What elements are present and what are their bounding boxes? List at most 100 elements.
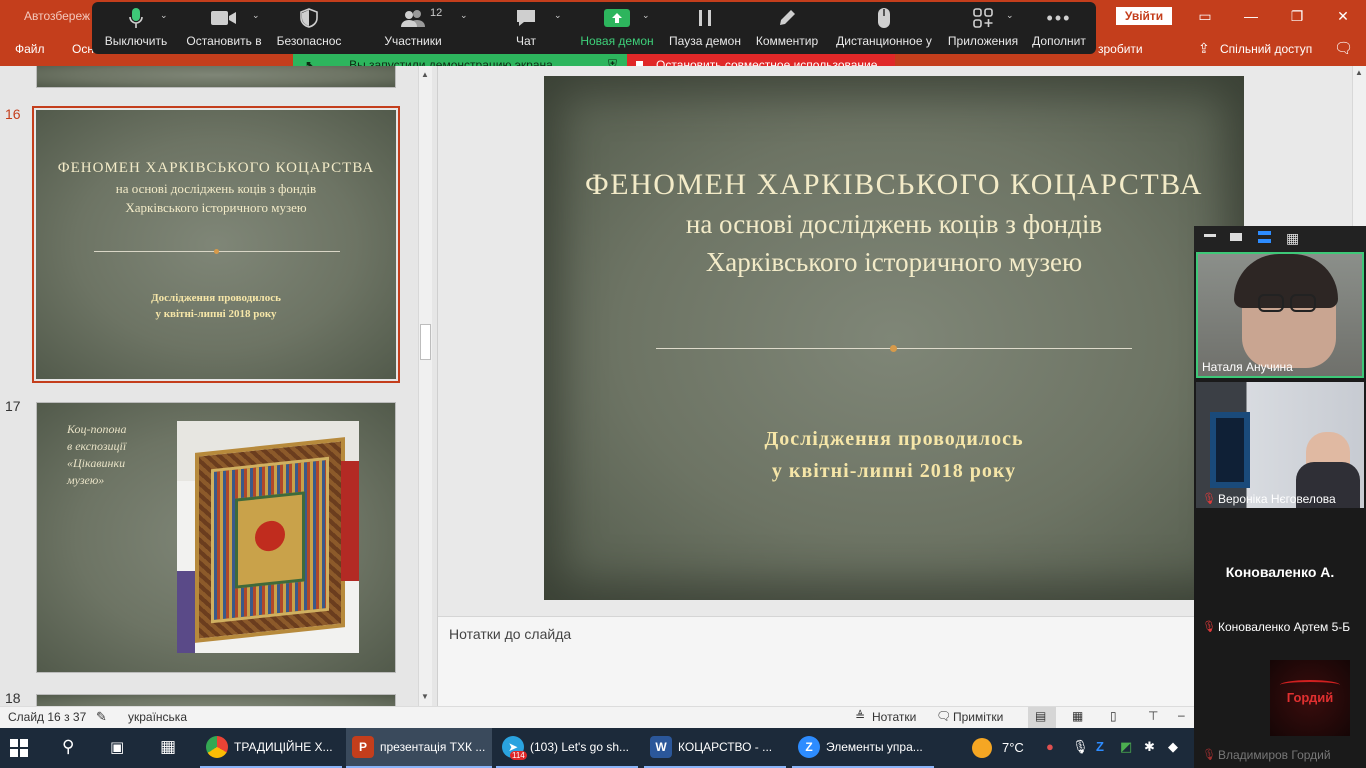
main-scroll-up-icon[interactable]: ▲	[1355, 68, 1363, 77]
hide-video-icon[interactable]	[1230, 233, 1242, 241]
taskbar-app-zoom[interactable]: Z Элементы упра...	[792, 728, 934, 768]
security-button[interactable]: Безопаснос	[274, 2, 344, 54]
chat-caret-icon[interactable]: ⌄	[554, 10, 562, 21]
tray-record-icon[interactable]: ●	[1046, 739, 1054, 754]
restore-icon[interactable]: ❐	[1274, 0, 1320, 32]
tab-home[interactable]: Осн	[72, 42, 94, 56]
windows-taskbar: ⚲ ▣ ▦ ТРАДИЦІЙНЕ Х... P презентація ТХК …	[0, 728, 1194, 768]
pause-share-button[interactable]: Пауза демон	[668, 2, 742, 54]
slide-research-line-2: у квітні-липні 2018 року	[771, 460, 1017, 482]
slide-counter[interactable]: Слайд 16 з 37	[8, 710, 86, 724]
video-tile[interactable]: Гордий Владимиров Гордий 🎙	[1196, 638, 1364, 764]
tab-file[interactable]: Файл	[15, 42, 45, 56]
slide-sorter-icon[interactable]: ▦	[1072, 709, 1083, 723]
tray-share-icon[interactable]: ✱	[1144, 739, 1155, 755]
slide-research-line-1: Дослідження проводилось	[764, 428, 1024, 450]
participant-name: Наталя Анучина	[1202, 360, 1293, 374]
speaker-view-icon[interactable]	[1258, 231, 1271, 243]
close-icon[interactable]: ✕	[1320, 0, 1366, 32]
mute-caret-icon[interactable]: ⌄	[160, 10, 168, 21]
task-view-icon[interactable]: ▣	[110, 738, 124, 756]
thumb-subtitle-1: на основі досліджень коців з фондів	[115, 181, 317, 196]
thumbnail-scrollbar[interactable]: ▲ ▼	[418, 66, 432, 706]
taskbar-app-telegram[interactable]: ➤ (103) Let's go sh... 114	[496, 728, 638, 768]
slide-thumbnail-18[interactable]	[36, 694, 396, 706]
thumb-title: ФЕНОМЕН ХАРКІВСЬКОГО КОЦАРСТВА	[57, 160, 375, 176]
minimize-icon[interactable]: —	[1228, 0, 1274, 32]
reading-view-icon[interactable]: ▯	[1110, 709, 1117, 723]
search-icon[interactable]: ⚲	[62, 737, 74, 757]
tray-zoom-icon[interactable]: Z	[1096, 739, 1104, 754]
tray-microphone-icon[interactable]: 🎙	[1072, 739, 1089, 755]
annotate-button[interactable]: Комментир	[754, 2, 820, 54]
slideshow-icon[interactable]: ⊤	[1148, 709, 1158, 723]
notes-icon: ≜	[855, 709, 866, 723]
notes-button[interactable]: Нотатки	[872, 710, 916, 724]
muted-mic-icon: 🎙	[1202, 749, 1216, 761]
current-slide[interactable]: ФЕНОМЕН ХАРКІВСЬКОГО КОЦАРСТВА на основі…	[544, 76, 1244, 600]
mute-button[interactable]: Выключить	[104, 2, 168, 54]
share-caret-icon[interactable]: ⌄	[642, 10, 650, 21]
windows-start-icon[interactable]	[10, 739, 28, 757]
more-button[interactable]: ••• Дополнит	[1028, 2, 1090, 54]
participant-name: Вероніка Нєговелова	[1218, 492, 1336, 506]
taskbar-app-word[interactable]: W КОЦАРСТВО - ...	[644, 728, 786, 768]
calculator-icon[interactable]: ▦	[160, 737, 176, 757]
slide-thumbnail-16[interactable]: ФЕНОМЕН ХАРКІВСЬКОГО КОЦАРСТВА на основі…	[32, 106, 400, 383]
ribbon-display-icon[interactable]: ▭	[1182, 0, 1228, 32]
video-caret-icon[interactable]: ⌄	[252, 10, 260, 21]
scroll-down-icon[interactable]: ▼	[421, 692, 429, 701]
status-bar: Слайд 16 з 37 ✎ українська ≜ Нотатки 🗨 П…	[0, 706, 1366, 728]
participant-display-name: Коноваленко А.	[1225, 564, 1335, 580]
people-icon	[399, 2, 427, 34]
remote-control-button[interactable]: Дистанционное у	[834, 2, 934, 54]
slide-subtitle-2: Харківського історичного музею	[705, 247, 1083, 277]
muted-mic-icon: 🎙	[1202, 621, 1216, 633]
zoom-video-panel: ▦ Наталя Анучина Вероніка Нєговелова 🎙 К…	[1194, 226, 1366, 768]
chrome-icon	[206, 736, 228, 758]
chat-bubble-icon	[515, 2, 537, 34]
thumb-research-1: Дослідження проводилось	[151, 292, 281, 304]
comments-icon: 🗨	[936, 709, 952, 723]
shield-icon	[300, 2, 318, 34]
slide-number: 18	[5, 690, 21, 706]
taskbar-app-powerpoint[interactable]: P презентація ТХК ...	[346, 728, 492, 768]
thumb-subtitle-2: Харківського історичного музею	[125, 200, 307, 215]
scrollbar-thumb[interactable]	[420, 324, 431, 360]
comments-button[interactable]: Примітки	[953, 710, 1003, 724]
main-scrollbar[interactable]: ▲	[1352, 66, 1366, 226]
stop-video-button[interactable]: Остановить в	[186, 2, 262, 54]
taskbar-app-chrome[interactable]: ТРАДИЦІЙНЕ Х...	[200, 728, 342, 768]
weather-temperature[interactable]: 7°C	[1002, 740, 1024, 755]
participants-caret-icon[interactable]: ⌄	[460, 10, 468, 21]
tell-me-text[interactable]: зробити	[1098, 42, 1143, 56]
video-tile[interactable]: Вероніка Нєговелова 🎙	[1196, 382, 1364, 508]
pencil-icon	[777, 2, 797, 34]
scroll-up-icon[interactable]: ▲	[421, 70, 429, 79]
video-tile[interactable]: Наталя Анучина	[1196, 252, 1364, 378]
zoom-out-icon[interactable]: –	[1178, 708, 1185, 722]
slide-thumbnail-17[interactable]: Коц-попона в експозиції «Цікавинки музею…	[36, 402, 396, 673]
thumb-research-2: у квітні-липні 2018 року	[155, 308, 277, 320]
autosave-label[interactable]: Автозбереж	[24, 9, 90, 23]
language-indicator[interactable]: українська	[128, 710, 187, 724]
apps-caret-icon[interactable]: ⌄	[1006, 10, 1014, 21]
share-button[interactable]: Спільний доступ	[1220, 42, 1312, 56]
accessibility-icon[interactable]: ✎	[96, 709, 107, 725]
tray-app-icon[interactable]: ◩	[1120, 739, 1132, 755]
unread-badge: 114	[510, 751, 527, 760]
weather-sun-icon[interactable]	[972, 738, 992, 758]
chat-button[interactable]: Чат	[506, 2, 546, 54]
participant-name: Коноваленко Артем 5-Б	[1218, 620, 1351, 634]
comments-icon[interactable]: 🗨	[1334, 39, 1353, 57]
minimize-video-icon[interactable]	[1204, 234, 1216, 237]
video-tile[interactable]: Коноваленко А. Коноваленко Артем 5-Б 🎙	[1196, 510, 1364, 636]
slide-thumbnail-15[interactable]	[36, 66, 396, 88]
thumb17-caption-line: Коц-попона	[67, 422, 127, 436]
slide-thumbnail-pane: 16 ФЕНОМЕН ХАРКІВСЬКОГО КОЦАРСТВА на осн…	[0, 66, 418, 706]
tray-security-icon[interactable]: ◆	[1168, 739, 1178, 755]
zoom-meeting-toolbar: Выключить ⌄ Остановить в ⌄ Безопаснос Уч…	[92, 2, 1096, 54]
gallery-view-icon[interactable]: ▦	[1286, 230, 1299, 247]
login-button[interactable]: Увійти	[1116, 7, 1172, 25]
share-icon[interactable]: ⇪	[1198, 40, 1210, 57]
